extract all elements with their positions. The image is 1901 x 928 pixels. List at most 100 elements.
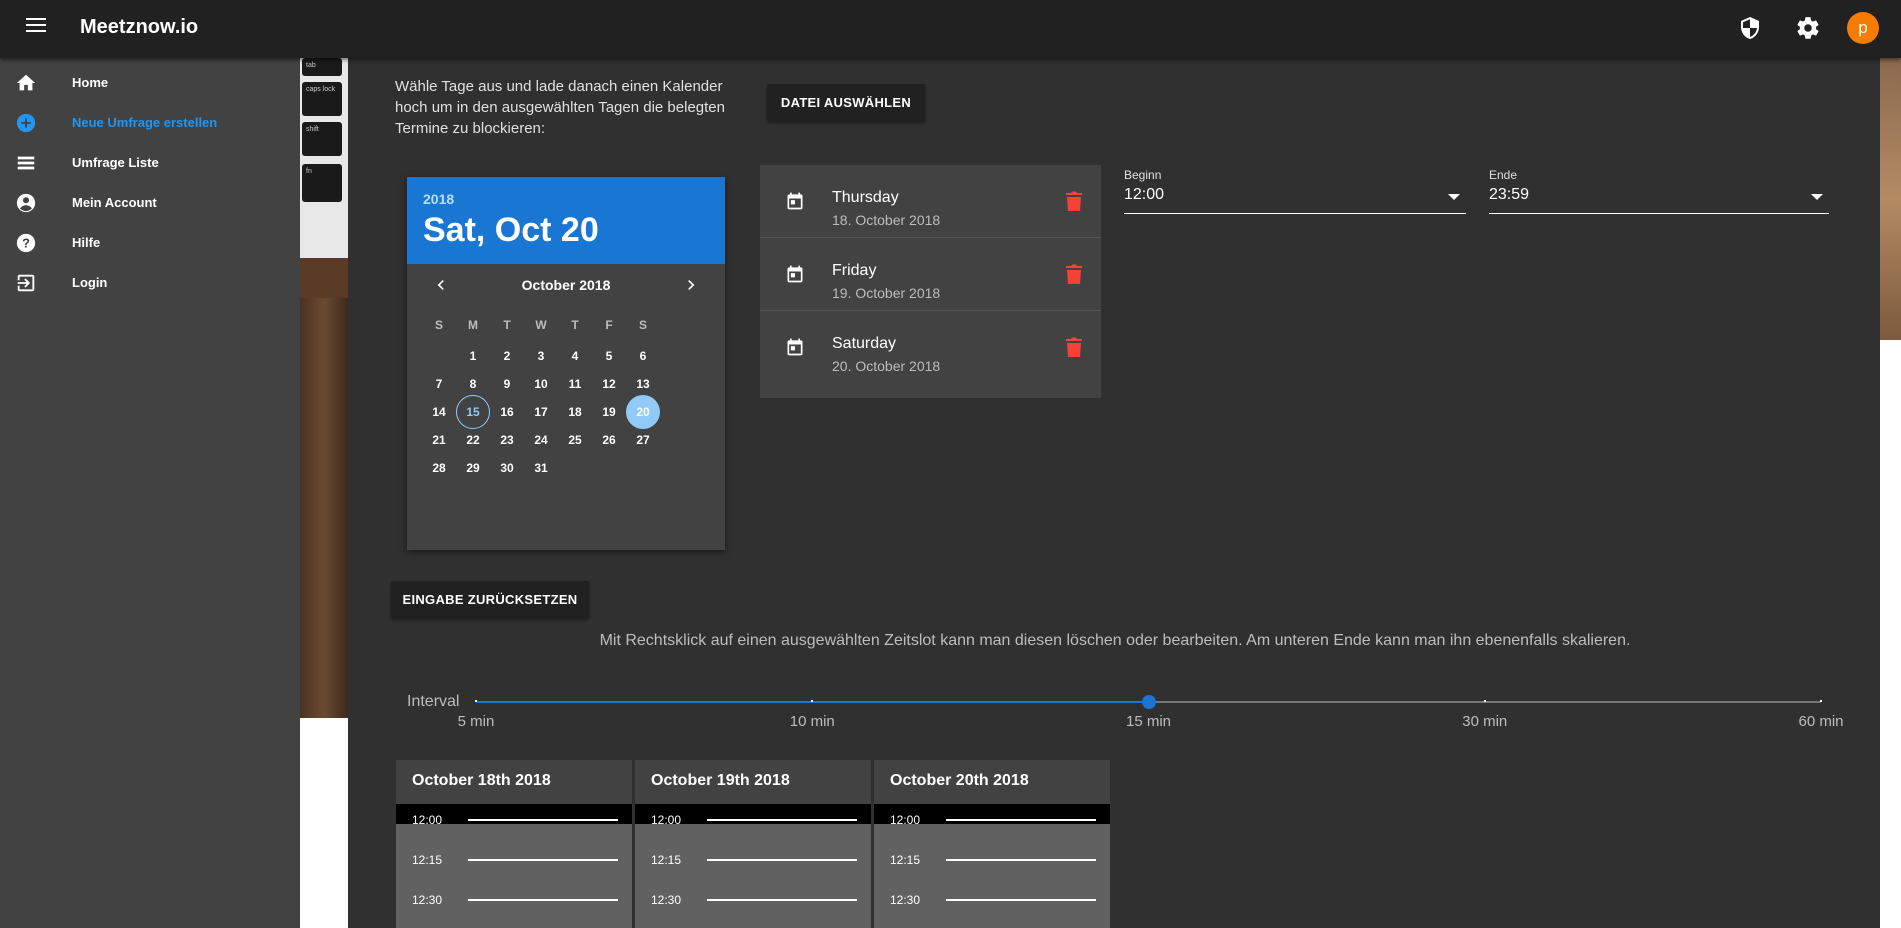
interval-slider-thumb[interactable] xyxy=(1141,695,1156,709)
time-slot-line xyxy=(468,859,618,861)
wood-photo xyxy=(300,298,348,778)
time-slot-line xyxy=(946,859,1096,861)
weekday-label: S xyxy=(434,318,443,332)
background-key: caps lock xyxy=(302,82,342,116)
time-slot-line xyxy=(707,859,857,861)
begin-time-label: Beginn xyxy=(1124,168,1162,182)
sidebar-item-poll-list[interactable]: Umfrage Liste xyxy=(0,142,300,182)
end-time-label: Ende xyxy=(1489,168,1518,182)
weekday-label: F xyxy=(605,318,613,332)
slider-mark-label: 15 min xyxy=(1125,713,1172,730)
time-grid[interactable]: 12:00 12:15 12:30 xyxy=(635,804,871,928)
sidebar: Home Neue Umfrage erstellen Umfrage List… xyxy=(0,58,300,928)
menu-icon[interactable] xyxy=(26,18,46,34)
day-name: Saturday xyxy=(832,335,897,352)
sidebar-item-label: Home xyxy=(72,75,109,90)
sidebar-item-label: Login xyxy=(72,275,108,290)
background-key: tab xyxy=(302,58,342,76)
interval-label: Interval xyxy=(407,693,460,710)
calendar-icon xyxy=(787,265,803,283)
calendar-day[interactable]: 27 xyxy=(626,423,660,457)
time-slot[interactable]: 12:00 xyxy=(396,808,632,828)
sidebar-item-label: Mein Account xyxy=(72,195,157,210)
calendar-day[interactable]: 26 xyxy=(592,423,626,457)
calendar-day[interactable]: 31 xyxy=(524,451,558,485)
picker-year[interactable]: 2018 xyxy=(423,191,454,207)
time-slot[interactable]: 12:15 xyxy=(874,848,1110,868)
date-picker-header: 2018 Sat, Oct 20 xyxy=(407,177,725,264)
end-time-value: 23:59 xyxy=(1489,186,1530,203)
slider-mark-label: 5 min xyxy=(457,713,495,730)
sidebar-item-account[interactable]: Mein Account xyxy=(0,182,300,222)
end-time-select[interactable]: Ende 23:59 xyxy=(1489,168,1829,214)
list-item[interactable]: Friday 19. October 2018 xyxy=(760,238,1101,311)
day-date: 19. October 2018 xyxy=(832,285,941,301)
sidebar-item-label: Hilfe xyxy=(72,235,101,250)
avatar[interactable]: p xyxy=(1847,12,1879,44)
sidebar-item-help[interactable]: ? Hilfe xyxy=(0,222,300,262)
sidebar-item-home[interactable]: Home xyxy=(0,62,300,102)
calendar-day[interactable]: 28 xyxy=(422,451,456,485)
dropdown-arrow-icon xyxy=(1811,194,1823,200)
calendar-day[interactable]: 29 xyxy=(456,451,490,485)
time-slot[interactable]: 12:15 xyxy=(635,848,871,868)
time-slot[interactable]: 12:30 xyxy=(396,888,632,908)
delete-icon[interactable] xyxy=(1066,264,1082,284)
date-picker: 2018 Sat, Oct 20 October 2018 SMTWTFS123… xyxy=(407,177,725,550)
time-slot-line xyxy=(707,899,857,901)
column-title: October 20th 2018 xyxy=(890,772,1029,789)
time-slot[interactable]: 12:00 xyxy=(874,808,1110,828)
time-slot[interactable]: 12:00 xyxy=(635,808,871,828)
schedule-day-column: October 20th 2018 12:00 12:15 12:30 xyxy=(874,760,1110,928)
begin-time-value: 12:00 xyxy=(1124,186,1165,203)
list-icon xyxy=(17,156,35,170)
time-slot-line xyxy=(946,899,1096,901)
time-grid[interactable]: 12:00 12:15 12:30 xyxy=(396,804,632,928)
schedule-day-column: October 18th 2018 12:00 12:15 12:30 xyxy=(396,760,632,928)
column-title: October 19th 2018 xyxy=(651,772,790,789)
weekday-label: T xyxy=(503,318,511,332)
chevron-right-icon[interactable] xyxy=(681,275,701,295)
delete-icon[interactable] xyxy=(1066,337,1082,357)
time-slot-label: 12:15 xyxy=(412,853,443,867)
shield-icon[interactable] xyxy=(1738,15,1762,41)
sidebar-item-login[interactable]: Login xyxy=(0,262,300,302)
calendar-day[interactable]: 25 xyxy=(558,423,592,457)
weekday-label: W xyxy=(535,318,547,332)
time-slot-label: 12:15 xyxy=(651,853,682,867)
time-slot-line xyxy=(946,819,1096,821)
background-image: tab caps lock shift fn xyxy=(300,58,348,928)
sidebar-item-label: Neue Umfrage erstellen xyxy=(72,115,218,130)
slider-mark-label: 30 min xyxy=(1462,713,1508,730)
sidebar-item-new-poll[interactable]: Neue Umfrage erstellen xyxy=(0,102,300,142)
help-icon: ? xyxy=(16,233,36,253)
weekday-label: S xyxy=(638,318,647,332)
time-slot-label: 12:30 xyxy=(890,893,921,907)
time-slot-label: 12:00 xyxy=(412,813,443,827)
time-slot-label: 12:00 xyxy=(651,813,682,827)
list-item[interactable]: Thursday 18. October 2018 xyxy=(760,165,1101,238)
day-date: 18. October 2018 xyxy=(832,212,941,228)
calendar-icon xyxy=(787,192,803,210)
delete-icon[interactable] xyxy=(1066,191,1082,211)
reset-input-button[interactable]: EINGABE ZURÜCKSETZEN xyxy=(391,581,589,618)
time-slot-label: 12:00 xyxy=(890,813,921,827)
slider-tick xyxy=(1820,700,1822,702)
hint-text: Mit Rechtsklick auf einen ausgewählten Z… xyxy=(599,632,1631,649)
begin-time-select[interactable]: Beginn 12:00 xyxy=(1124,168,1466,214)
list-item[interactable]: Saturday 20. October 2018 xyxy=(760,311,1101,384)
time-slot-line xyxy=(468,899,618,901)
time-slot[interactable]: 12:15 xyxy=(396,848,632,868)
slider-tick xyxy=(475,700,477,702)
time-slot[interactable]: 12:30 xyxy=(874,888,1110,908)
calendar-day[interactable]: 30 xyxy=(490,451,524,485)
time-slot-line xyxy=(468,819,618,821)
choose-file-button[interactable]: DATEI AUSWÄHLEN xyxy=(767,84,925,121)
weekday-label: M xyxy=(468,318,478,332)
day-name: Friday xyxy=(832,262,877,279)
slider-tick xyxy=(811,700,814,702)
time-grid[interactable]: 12:00 12:15 12:30 xyxy=(874,804,1110,928)
time-slot[interactable]: 12:30 xyxy=(635,888,871,908)
day-date: 20. October 2018 xyxy=(832,358,941,374)
gear-icon[interactable] xyxy=(1795,15,1821,41)
